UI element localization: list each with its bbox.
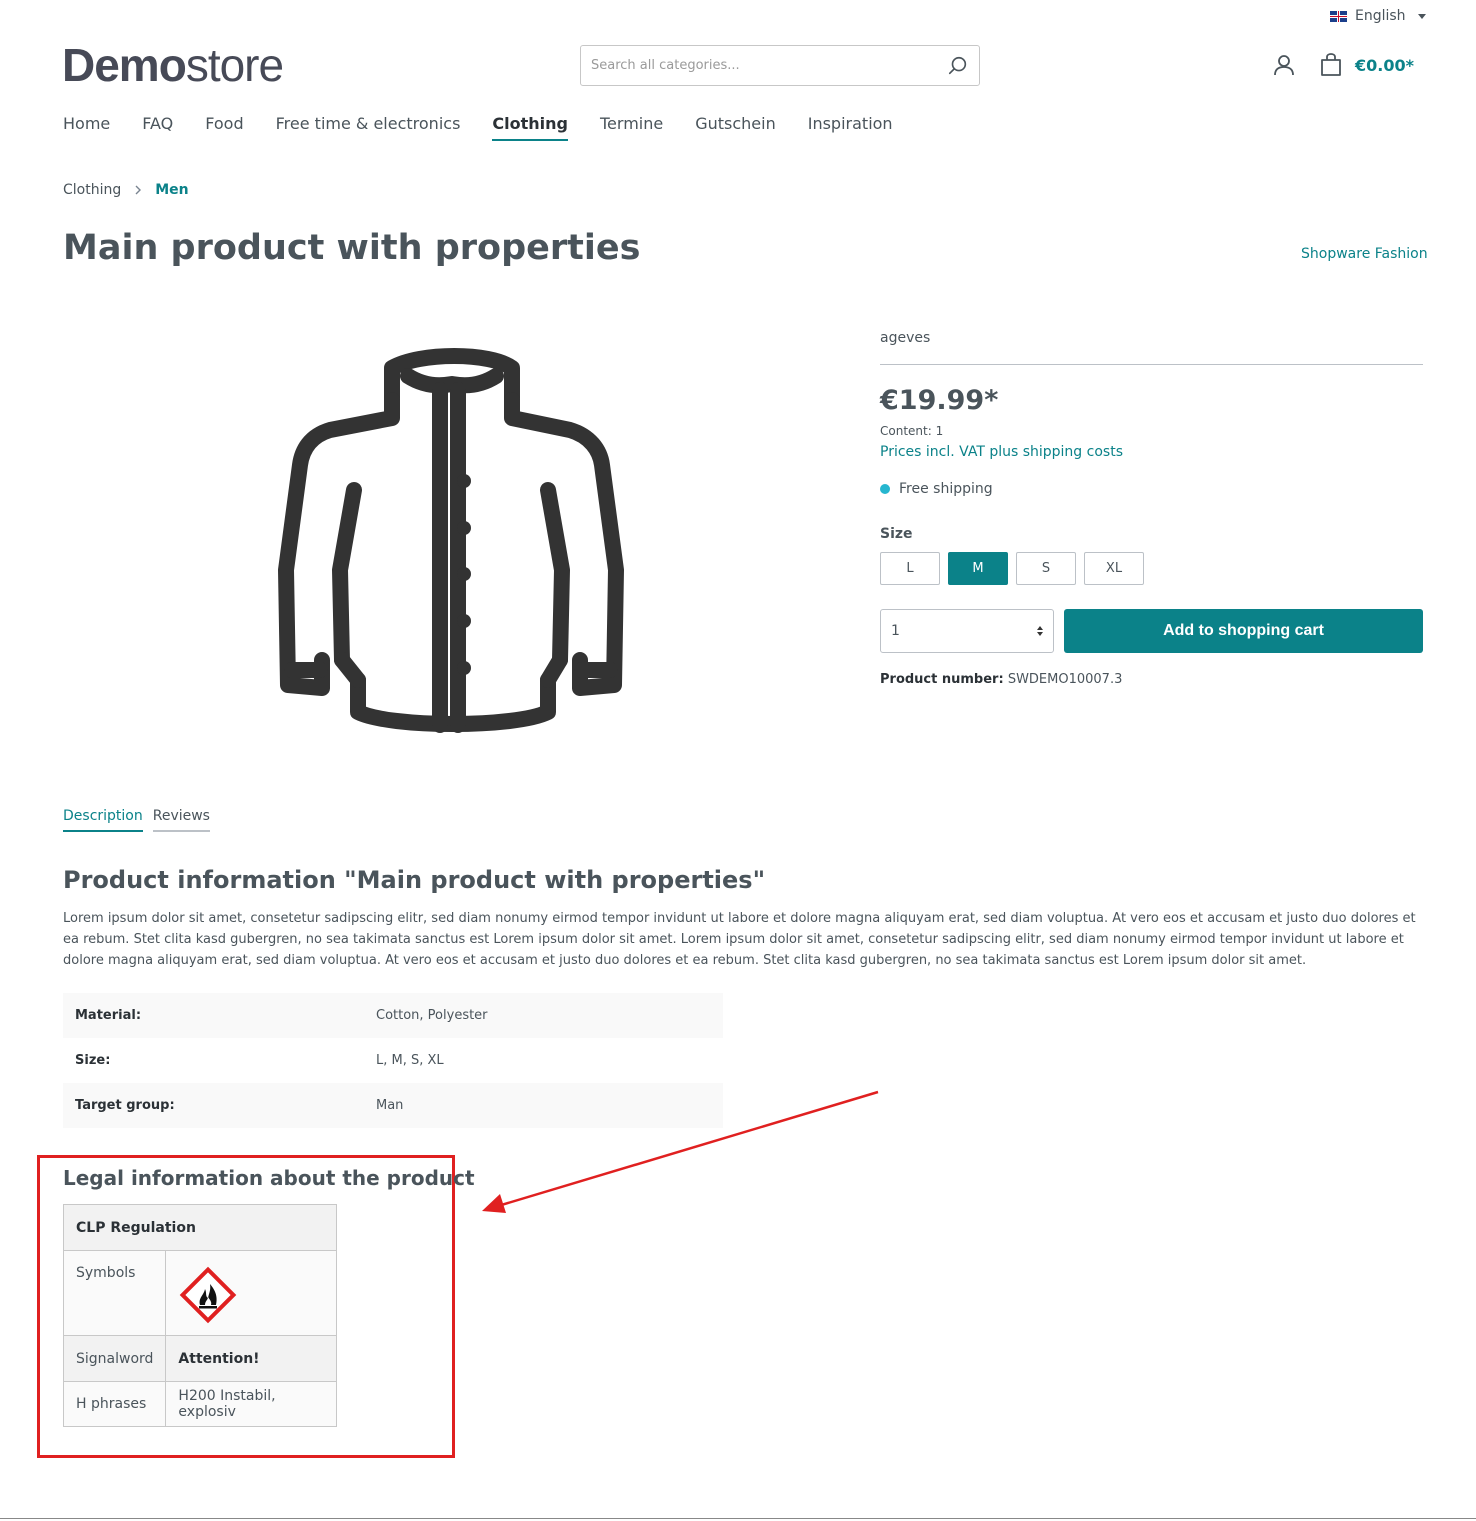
signalword-label: Signalword xyxy=(62,1335,167,1382)
breadcrumb-current[interactable]: Men xyxy=(155,182,188,198)
search-box xyxy=(580,45,980,86)
footer-divider xyxy=(0,1518,1476,1519)
product-price: €19.99* xyxy=(880,385,999,416)
product-content: Content: 1 xyxy=(880,424,944,438)
clp-header: CLP Regulation xyxy=(63,1204,337,1251)
breadcrumb-parent[interactable]: Clothing xyxy=(63,182,121,198)
tab-description[interactable]: Description xyxy=(63,808,143,832)
legal-info-title: Legal information about the product xyxy=(63,1166,475,1190)
table-row: Material: Cotton, Polyester xyxy=(63,993,723,1038)
language-label: English xyxy=(1355,8,1406,24)
search-input[interactable] xyxy=(591,58,947,73)
product-number-label: Product number: xyxy=(880,672,1004,687)
description-title: Product information "Main product with p… xyxy=(63,866,766,894)
description-text: Lorem ipsum dolor sit amet, consetetur s… xyxy=(63,911,1416,968)
property-value: Cotton, Polyester xyxy=(376,1008,488,1023)
size-label: Size xyxy=(880,526,913,542)
symbols-cell xyxy=(165,1250,337,1336)
product-title: Main product with properties xyxy=(63,228,641,268)
property-key: Material: xyxy=(75,1008,142,1023)
chevron-right-icon xyxy=(135,185,142,195)
jacket-product-image[interactable] xyxy=(270,340,640,740)
search-icon[interactable] xyxy=(947,55,969,77)
logo-bold: Demo xyxy=(62,39,187,91)
divider xyxy=(880,364,1423,365)
annotation-arrow-icon xyxy=(482,1090,879,1213)
status-dot-icon xyxy=(880,484,890,494)
add-to-cart-button[interactable]: Add to shopping cart xyxy=(1064,609,1423,653)
nav-item-termine[interactable]: Termine xyxy=(600,114,663,141)
signalword-value: Attention! xyxy=(165,1335,337,1382)
product-number: Product number: SWDEMO10007.3 xyxy=(880,672,1122,687)
shopping-bag-icon xyxy=(1321,53,1341,76)
size-option-s[interactable]: S xyxy=(1016,552,1076,585)
cart-total: €0.00* xyxy=(1355,55,1414,75)
property-key: Size: xyxy=(75,1053,111,1068)
property-value: L, M, S, XL xyxy=(376,1053,444,1068)
symbols-label: Symbols xyxy=(62,1250,167,1336)
nav-item-home[interactable]: Home xyxy=(63,114,110,141)
logo-light: store xyxy=(185,39,284,91)
product-tabs: Description Reviews xyxy=(63,808,210,832)
nav-item-food[interactable]: Food xyxy=(205,114,243,141)
size-option-l[interactable]: L xyxy=(880,552,940,585)
flammable-hazard-icon xyxy=(180,1266,237,1324)
manufacturer-label: ageves xyxy=(880,330,931,346)
main-navigation: Home FAQ Food Free time & electronics Cl… xyxy=(63,114,925,141)
size-option-xl[interactable]: XL xyxy=(1084,552,1144,585)
store-logo[interactable]: Demostore xyxy=(62,38,284,92)
cart-button[interactable]: €0.00* xyxy=(1319,53,1414,77)
quantity-value: 1 xyxy=(891,623,900,639)
size-options: L M S XL xyxy=(880,552,1144,585)
uk-flag-icon xyxy=(1330,10,1347,22)
product-number-value: SWDEMO10007.3 xyxy=(1007,672,1123,687)
table-row: Size: L, M, S, XL xyxy=(63,1038,723,1083)
table-row: Symbols xyxy=(62,1250,337,1336)
quantity-select[interactable]: 1 xyxy=(880,609,1054,653)
breadcrumb: Clothing Men xyxy=(63,182,189,198)
table-row: CLP Regulation xyxy=(63,1204,337,1251)
clp-table: CLP Regulation Symbols Signalword Attent… xyxy=(62,1204,337,1427)
account-icon[interactable] xyxy=(1272,53,1296,77)
shipping-status: Free shipping xyxy=(880,481,993,497)
tab-reviews[interactable]: Reviews xyxy=(152,808,210,832)
nav-item-faq[interactable]: FAQ xyxy=(142,114,173,141)
brand-link[interactable]: Shopware Fashion xyxy=(1301,246,1428,262)
nav-item-free-time-electronics[interactable]: Free time & electronics xyxy=(276,114,461,141)
hphrases-value: H200 Instabil, explosiv xyxy=(165,1381,337,1427)
nav-item-inspiration[interactable]: Inspiration xyxy=(808,114,893,141)
nav-item-gutschein[interactable]: Gutschein xyxy=(695,114,776,141)
chevron-down-icon xyxy=(1417,13,1426,19)
table-row: Signalword Attention! xyxy=(62,1335,337,1382)
nav-item-clothing[interactable]: Clothing xyxy=(492,114,568,141)
size-option-m[interactable]: M xyxy=(948,552,1008,585)
hphrases-label: H phrases xyxy=(62,1381,167,1427)
language-switcher[interactable]: English xyxy=(1330,8,1426,24)
select-arrows-icon xyxy=(1037,626,1043,636)
property-key: Target group: xyxy=(75,1098,175,1113)
shipping-label: Free shipping xyxy=(899,481,993,497)
table-row: H phrases H200 Instabil, explosiv xyxy=(62,1381,337,1427)
vat-shipping-link[interactable]: Prices incl. VAT plus shipping costs xyxy=(880,444,1123,460)
